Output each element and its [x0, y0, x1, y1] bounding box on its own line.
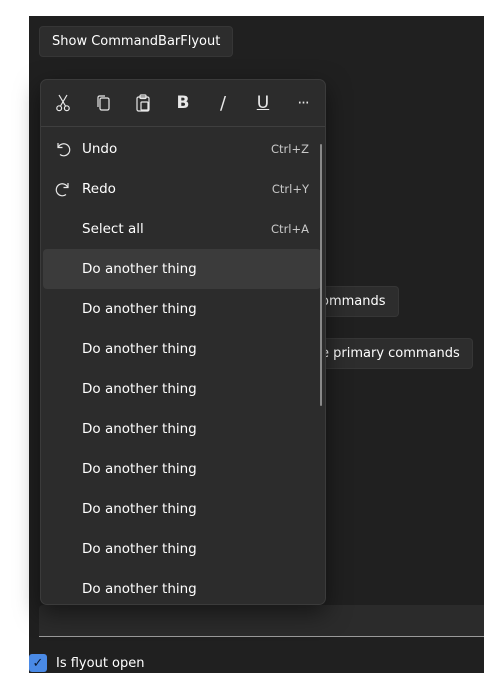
menu-item-label: Do another thing — [82, 341, 197, 357]
copy-button[interactable] — [87, 88, 119, 118]
menu-item-do-another-thing[interactable]: Do another thing — [43, 289, 321, 329]
underline-button[interactable]: U — [247, 88, 279, 118]
menu-item-do-another-thing[interactable]: Do another thing — [43, 449, 321, 489]
is-flyout-open-checkbox-row[interactable]: ✓ Is flyout open — [29, 653, 145, 673]
checkmark-icon: ✓ — [32, 655, 44, 671]
menu-item-do-another-thing[interactable]: Do another thing — [43, 529, 321, 569]
underline-icon: U — [256, 93, 270, 113]
paste-icon — [136, 94, 150, 112]
menu-item-undo[interactable]: Undo Ctrl+Z — [43, 129, 321, 169]
menu-item-label: Do another thing — [82, 461, 197, 477]
keyboard-accelerator: Ctrl+Z — [271, 142, 309, 156]
paste-button[interactable] — [127, 88, 159, 118]
cut-button[interactable] — [47, 88, 79, 118]
bold-button[interactable]: B — [167, 88, 199, 118]
menu-item-label: Do another thing — [82, 421, 197, 437]
menu-item-do-another-thing[interactable]: Do another thing — [43, 249, 321, 289]
menu-item-do-another-thing[interactable]: Do another thing — [43, 369, 321, 409]
show-commandbarflyout-button[interactable]: Show CommandBarFlyout — [39, 26, 234, 57]
partially-hidden-button-1[interactable]: ommands — [321, 286, 399, 317]
keyboard-accelerator: Ctrl+A — [271, 222, 309, 236]
menu-item-do-another-thing[interactable]: Do another thing — [43, 569, 321, 604]
menu-item-do-another-thing[interactable]: Do another thing — [43, 489, 321, 529]
menu-item-label: Do another thing — [82, 381, 197, 397]
menu-item-do-another-thing[interactable]: Do another thing — [43, 409, 321, 449]
undo-icon — [57, 143, 71, 157]
command-bar-flyout: B / U ··· Undo Ctrl+Z Redo Ctrl+Y Select… — [40, 79, 326, 605]
redo-icon — [55, 183, 69, 197]
menu-item-label: Do another thing — [82, 261, 197, 277]
more-icon: ··· — [297, 94, 309, 112]
menu-item-do-another-thing[interactable]: Do another thing — [43, 329, 321, 369]
menu-item-redo[interactable]: Redo Ctrl+Y — [43, 169, 321, 209]
menu-item-label: Do another thing — [82, 581, 197, 597]
text-box[interactable] — [39, 605, 484, 637]
italic-icon: / — [219, 92, 227, 114]
menu-item-label: Do another thing — [82, 301, 197, 317]
more-button[interactable]: ··· — [287, 88, 319, 118]
keyboard-accelerator: Ctrl+Y — [271, 182, 309, 196]
menu-scrollbar[interactable] — [320, 144, 322, 406]
is-flyout-open-checkbox[interactable]: ✓ — [29, 654, 47, 672]
menu-item-label: Do another thing — [82, 501, 197, 517]
scissors-icon — [56, 94, 70, 112]
menu-item-label: Redo — [82, 181, 116, 197]
menu-item-label: Do another thing — [82, 541, 197, 557]
menu-item-label: Undo — [82, 141, 118, 157]
secondary-commands-menu: Undo Ctrl+Z Redo Ctrl+Y Select all Ctrl+… — [43, 129, 321, 604]
copy-icon — [97, 95, 110, 111]
bold-icon: B — [176, 93, 190, 113]
menu-item-select-all[interactable]: Select all Ctrl+A — [43, 209, 321, 249]
italic-button[interactable]: / — [207, 88, 239, 118]
menu-item-label: Select all — [82, 221, 144, 237]
primary-command-bar: B / U ··· — [41, 80, 325, 127]
checkbox-label: Is flyout open — [56, 655, 145, 671]
partially-hidden-button-2[interactable]: e primary commands — [321, 338, 473, 369]
